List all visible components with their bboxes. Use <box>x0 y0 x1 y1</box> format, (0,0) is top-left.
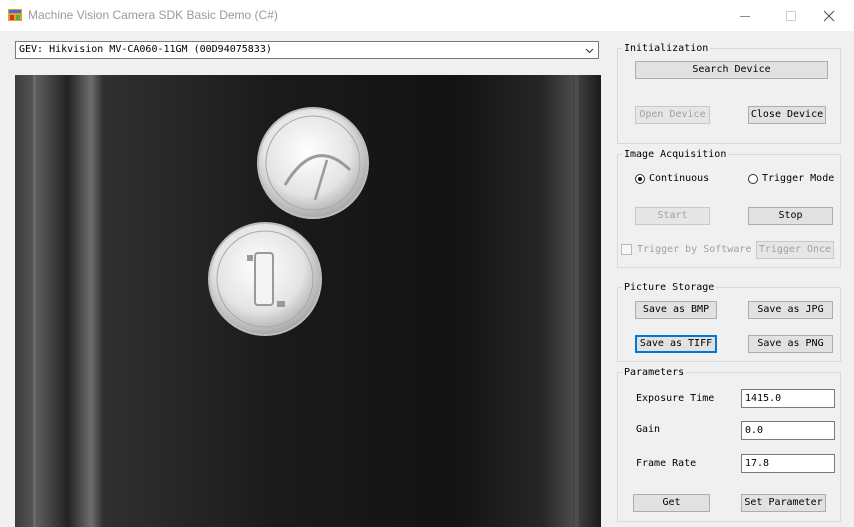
trigger-once-button[interactable]: Trigger Once <box>756 241 834 259</box>
image-acquisition-title: Image Acquisition <box>622 148 729 161</box>
continuous-radio-circle <box>635 174 645 184</box>
chevron-down-icon <box>585 48 594 54</box>
start-button[interactable]: Start <box>635 207 710 225</box>
exposure-time-input[interactable] <box>742 390 833 407</box>
set-parameter-button[interactable]: Set Parameter <box>741 494 826 512</box>
stop-button[interactable]: Stop <box>748 207 833 225</box>
minimize-icon <box>740 16 750 17</box>
maximize-icon <box>786 11 796 21</box>
window-title: Machine Vision Camera SDK Basic Demo (C#… <box>28 8 278 22</box>
save-tiff-button[interactable]: Save as TIFF <box>635 335 717 353</box>
frame-rate-input[interactable] <box>742 455 833 472</box>
frame-rate-label: Frame Rate <box>636 458 697 469</box>
trigger-by-software-checkbox[interactable] <box>621 244 632 255</box>
search-device-button[interactable]: Search Device <box>635 61 828 79</box>
device-select[interactable]: GEV: Hikvision MV-CA060-11GM (00D9407583… <box>15 41 599 59</box>
minimize-button[interactable] <box>722 0 768 31</box>
continuous-label: Continuous <box>649 173 710 184</box>
get-button[interactable]: Get <box>633 494 710 512</box>
initialization-title: Initialization <box>622 42 711 55</box>
trigger-mode-radio-circle <box>748 174 758 184</box>
trigger-by-software-label: Trigger by Software <box>637 244 752 255</box>
parameters-title: Parameters <box>622 366 687 379</box>
close-device-button[interactable]: Close Device <box>748 106 826 124</box>
trigger-mode-label: Trigger Mode <box>762 173 835 184</box>
radio-selected-dot <box>638 177 642 181</box>
frame-rate-field[interactable] <box>741 454 835 473</box>
gain-label: Gain <box>636 424 661 435</box>
exposure-time-field[interactable] <box>741 389 835 408</box>
save-png-button[interactable]: Save as PNG <box>748 335 833 353</box>
gain-input[interactable] <box>742 422 833 439</box>
coin-top <box>257 107 369 219</box>
close-icon <box>823 10 835 22</box>
save-jpg-button[interactable]: Save as JPG <box>748 301 833 319</box>
gain-field[interactable] <box>741 421 835 440</box>
coin-bottom <box>208 222 322 336</box>
open-device-button[interactable]: Open Device <box>635 106 710 124</box>
picture-storage-title: Picture Storage <box>622 281 717 294</box>
save-bmp-button[interactable]: Save as BMP <box>635 301 717 319</box>
app-icon <box>8 9 22 21</box>
exposure-time-label: Exposure Time <box>636 393 715 404</box>
device-select-value: GEV: Hikvision MV-CA060-11GM (00D9407583… <box>19 44 272 55</box>
title-bar: Machine Vision Camera SDK Basic Demo (C#… <box>0 0 854 31</box>
close-window-button[interactable] <box>806 0 852 31</box>
camera-preview <box>15 75 601 527</box>
camera-image <box>15 75 601 527</box>
